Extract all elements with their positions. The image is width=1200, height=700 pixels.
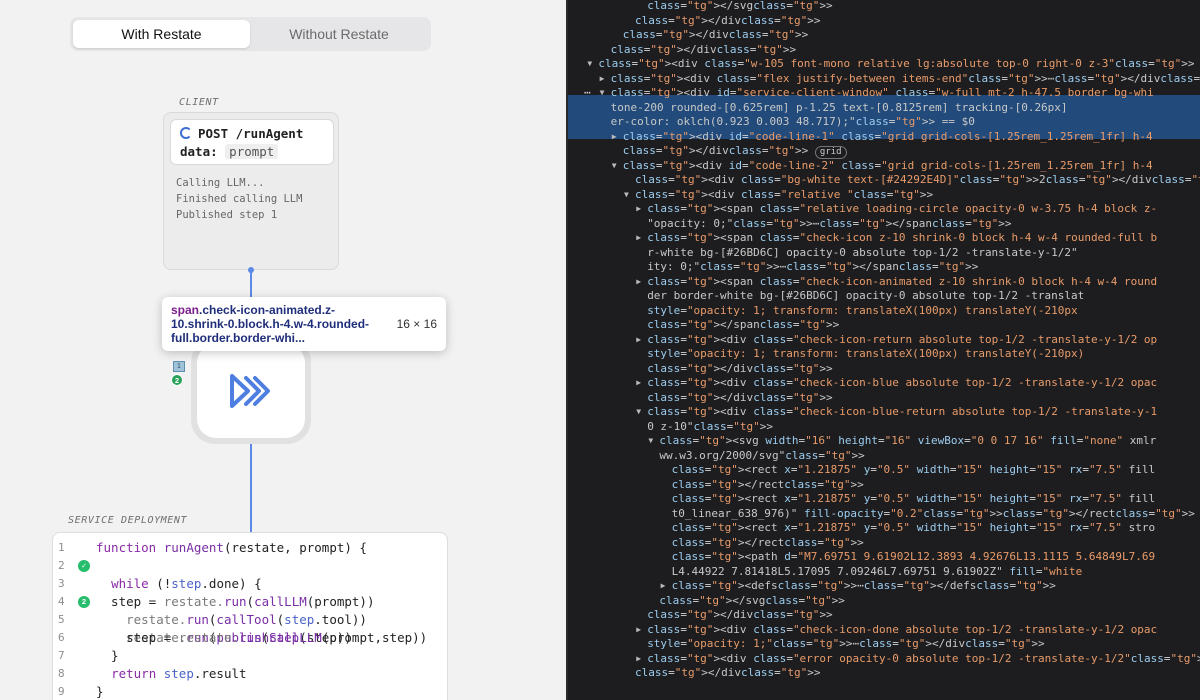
dom-node-line[interactable]: ▶ class="tg"><defsclass="tg">>⋯class="tg"…: [661, 579, 1056, 594]
connector-line: [250, 444, 252, 536]
collapse-arrow-icon: ▶: [636, 204, 642, 213]
code-window: 1 function runAgent(restate, prompt) { 2 …: [52, 532, 448, 700]
expand-arrow-icon: ▼: [624, 189, 629, 199]
connector-line: [250, 270, 252, 300]
dom-node-line[interactable]: class="tg"></divclass="tg">>: [647, 608, 833, 623]
restate-node: [191, 338, 311, 444]
collapse-arrow-icon: ▶: [636, 653, 642, 663]
dom-node-line[interactable]: class="tg"></divclass="tg">>: [647, 362, 833, 377]
log-line: Calling LLM...: [176, 177, 265, 189]
tooltip-selector: span.check-icon-animated.z-10.shrink-0.b…: [171, 303, 370, 345]
dom-node-line[interactable]: L4.44922 7.81418L5.17095 7.09246L7.69751…: [672, 565, 1083, 580]
dom-node-line[interactable]: style="opacity: 1; transform: translateX…: [647, 304, 1077, 319]
dom-node-line[interactable]: ▶ class="tg"><span class="check-icon-anim…: [636, 275, 1157, 290]
dom-node-line[interactable]: ▼ class="tg"><div id="code-line-2" class=…: [612, 159, 1153, 174]
dom-node-line[interactable]: er-color: oklch(0.923 0.003 48.717);"cla…: [611, 115, 975, 130]
expand-arrow-icon: ▼: [611, 160, 617, 170]
animation-panel: With Restate Without Restate CLIENT POST…: [0, 0, 566, 700]
dom-node-line[interactable]: class="tg"><rect x="1.21875" y="0.5" wid…: [672, 521, 1156, 536]
step-badge: 2: [171, 374, 183, 386]
collapse-arrow-icon: ▶: [660, 581, 666, 590]
grid-badge: grid: [814, 146, 847, 159]
expand-arrow-icon: ▼: [636, 407, 642, 416]
dom-node-line[interactable]: ▼ class="tg"><div id="service-client-wind…: [600, 86, 1154, 101]
dom-node-line[interactable]: ▼ class="tg"><svg width="16" height="16" …: [648, 434, 1156, 449]
devtools-elements-panel: class="tg"></svgclass="tg">> class="tg"><…: [568, 0, 1200, 700]
with-restate-tab[interactable]: With Restate: [73, 20, 250, 48]
dom-node-line[interactable]: class="tg"><rect x="1.21875" y="0.5" wid…: [672, 492, 1156, 507]
dom-node-line[interactable]: ▶ class="tg"><div class="check-icon-blue …: [636, 376, 1157, 391]
devtools-inspect-tooltip: span.check-icon-animated.z-10.shrink-0.b…: [162, 297, 446, 351]
dom-node-line[interactable]: ▶ class="tg"><div class="error opacity-0 …: [636, 652, 1200, 667]
dom-node-line[interactable]: class="tg"></divclass="tg">>: [635, 14, 821, 29]
dom-node-line[interactable]: class="tg"></spanclass="tg">>: [647, 318, 839, 333]
log-line: Published step 1: [176, 209, 278, 221]
service-label: SERVICE DEPLOYMENT: [68, 515, 188, 526]
dom-node-line[interactable]: der border-white bg-[#26BD6C] opacity-0 …: [647, 289, 1084, 304]
data-value: prompt: [225, 144, 279, 159]
code-line: 2 ✓ step = restate.run(callLLM(prompt)): [58, 559, 375, 609]
dom-node-line[interactable]: ▶ class="tg"><span class="check-icon z-10…: [636, 231, 1157, 246]
code-line: 4 2 restate.run(publishStep(step)): [58, 595, 352, 645]
dom-node-line[interactable]: tone-200 rounded-[0.625rem] p-1.25 text-…: [611, 101, 1068, 116]
expand-arrow-icon: ▼: [648, 436, 654, 445]
dom-node-line[interactable]: ww.w3.org/2000/svg"class="tg">>: [659, 449, 864, 464]
dom-node-line[interactable]: ▼ class="tg"><div class="w-105 font-mono …: [587, 57, 1194, 72]
collapse-arrow-icon: ▶: [599, 73, 605, 83]
collapse-arrow-icon: ▶: [611, 131, 617, 141]
selected-node-marker: ⋯: [584, 86, 591, 99]
dom-node-line[interactable]: class="tg"></svgclass="tg">>: [659, 594, 845, 609]
collapse-arrow-icon: ▶: [636, 624, 642, 634]
dom-node-line[interactable]: "opacity: 0;"class="tg">>⋯class="tg"></s…: [647, 217, 1011, 232]
collapse-arrow-icon: ▶: [636, 276, 642, 286]
request-box: POST /runAgent data: prompt: [170, 119, 334, 165]
collapse-arrow-icon: ▶: [636, 334, 642, 344]
restate-logo-icon: [230, 374, 270, 408]
dom-node-line[interactable]: class="tg"></divclass="tg">>: [647, 391, 833, 406]
dom-node-line[interactable]: class="tg"></divclass="tg">>: [635, 666, 821, 681]
dom-node-line[interactable]: class="tg"><path d="M7.69751 9.61902L12.…: [672, 550, 1155, 565]
dom-node-line[interactable]: style="opacity: 1; transform: translateX…: [647, 347, 1084, 362]
dom-node-line[interactable]: class="tg"></divclass="tg">>: [611, 43, 797, 58]
loading-spinner-icon: [180, 127, 192, 139]
dom-node-line[interactable]: r-white bg-[#26BD6C] opacity-0 absolute …: [647, 246, 1077, 261]
request-method: POST /runAgent: [198, 126, 304, 141]
dom-node-line[interactable]: class="tg"></rectclass="tg">>: [672, 478, 864, 493]
expand-arrow-icon: ▼: [587, 59, 593, 68]
expand-arrow-icon: ▼: [599, 88, 605, 97]
dom-node-line[interactable]: class="tg"></divclass="tg">>: [623, 28, 809, 43]
restate-toggle: With Restate Without Restate: [70, 17, 431, 51]
tooltip-size: 16 × 16: [396, 317, 437, 331]
dom-node-line[interactable]: ity: 0;"class="tg">>⋯class="tg"></spancl…: [647, 260, 978, 275]
dom-node-line[interactable]: class="tg"></divclass="tg">> grid: [623, 144, 847, 159]
dom-node-line[interactable]: ▶ class="tg"><span class="relative loadin…: [636, 202, 1157, 217]
dom-node-line[interactable]: class="tg"><rect x="1.21875" y="0.5" wid…: [672, 463, 1156, 478]
step-badge: 2: [78, 596, 90, 608]
client-window: POST /runAgent data: prompt Calling LLM.…: [163, 112, 339, 270]
dom-node-line[interactable]: class="tg"></rectclass="tg">>: [672, 536, 864, 551]
collapse-arrow-icon: ▶: [636, 233, 642, 242]
log-line: Finished calling LLM: [176, 193, 303, 205]
data-key: data:: [180, 144, 218, 159]
dom-node-line[interactable]: ▶ class="tg"><div class="check-icon-done …: [636, 623, 1157, 638]
dom-node-line[interactable]: class="tg"><div class="bg-white text-[#2…: [635, 173, 1200, 188]
dom-node-line[interactable]: ▼ class="tg"><div class="check-icon-blue-…: [636, 405, 1157, 420]
client-logs: Calling LLM... Finished calling LLM Publ…: [176, 175, 302, 223]
client-label: CLIENT: [179, 97, 219, 108]
dom-node-line[interactable]: ▶ class="tg"><div id="code-line-1" class=…: [612, 130, 1153, 145]
inspect-highlight-box: 1: [173, 361, 185, 372]
dom-node-line[interactable]: ▶ class="tg"><div class="flex justify-bet…: [600, 72, 1200, 87]
dom-node-line[interactable]: t0_linear_638_976)" fill-opacity="0.2"cl…: [672, 507, 1195, 522]
check-icon: ✓: [78, 560, 90, 572]
dom-node-line[interactable]: class="tg"></svgclass="tg">>: [647, 0, 833, 14]
dom-node-line[interactable]: ▼ class="tg"><div class="relative "class=…: [624, 188, 933, 203]
without-restate-tab[interactable]: Without Restate: [250, 20, 428, 48]
dom-node-line[interactable]: style="opacity: 1;"class="tg">>⋯class="t…: [647, 637, 1044, 652]
dom-node-line[interactable]: 0 z-10"class="tg">>: [647, 420, 773, 435]
connector-dot: [248, 267, 254, 273]
collapse-arrow-icon: ▶: [636, 378, 642, 387]
dom-node-line[interactable]: ▶ class="tg"><div class="check-icon-retur…: [636, 333, 1157, 348]
